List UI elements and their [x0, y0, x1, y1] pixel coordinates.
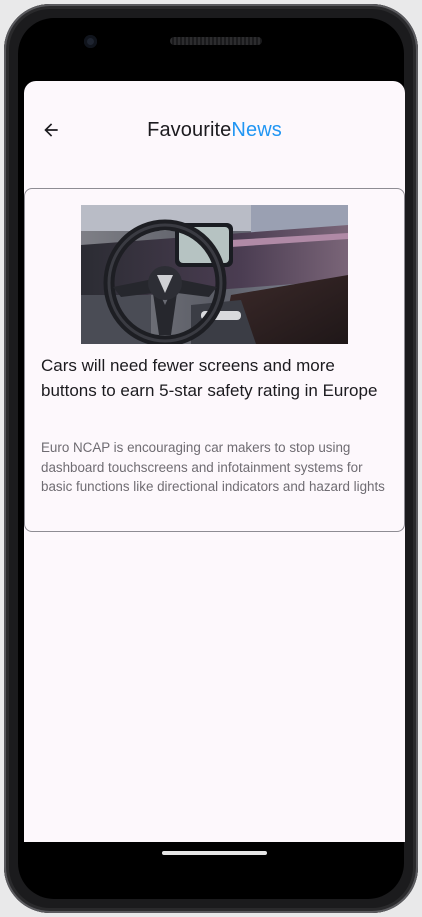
title-text: Favourite — [147, 119, 232, 141]
app-screen: FavouriteNews Cars will need fewer scree… — [24, 81, 405, 842]
article-title: Cars will need fewer screens and more bu… — [41, 356, 378, 400]
earpiece-speaker — [170, 37, 262, 45]
app-bar: FavouriteNews — [24, 81, 405, 181]
news-card[interactable]: Cars will need fewer screens and more bu… — [24, 188, 405, 532]
home-indicator[interactable] — [162, 851, 267, 855]
article-description: Euro NCAP is encouraging car makers to s… — [41, 440, 385, 494]
article-image — [81, 205, 348, 344]
front-camera — [84, 35, 97, 48]
title-accent-text: News — [231, 119, 282, 141]
page-title: FavouriteNews — [24, 119, 405, 142]
device-background: FavouriteNews Cars will need fewer scree… — [0, 0, 422, 917]
